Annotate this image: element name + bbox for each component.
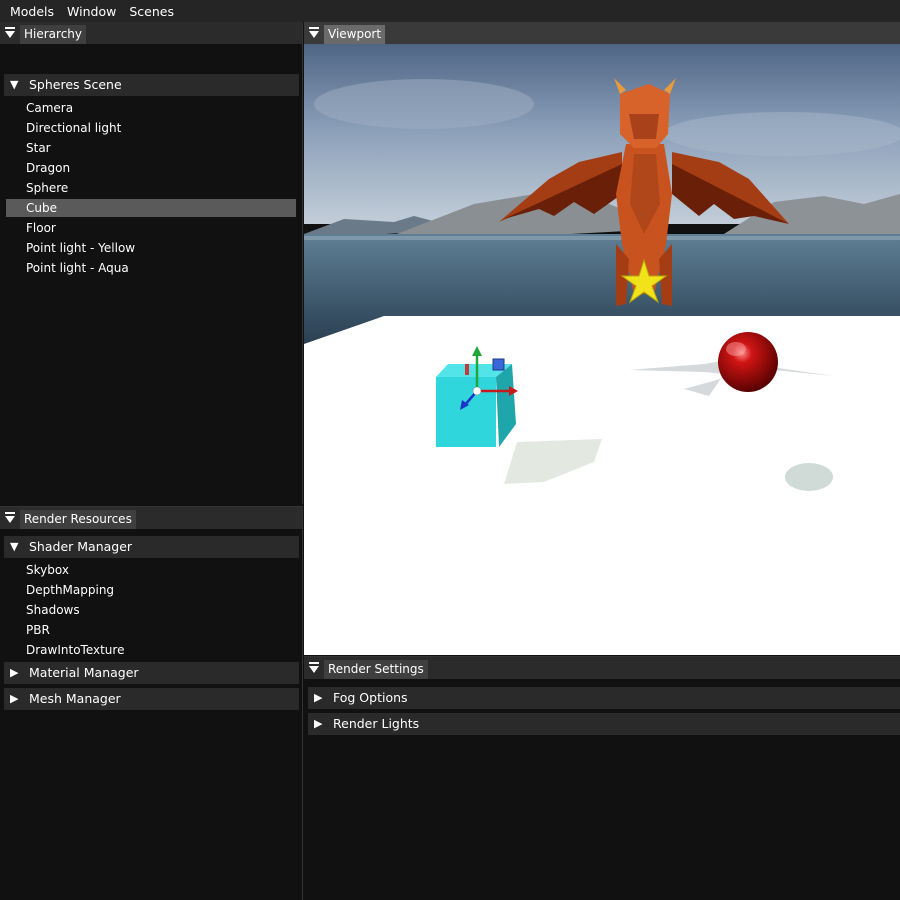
cloud: [664, 112, 900, 156]
cube-front[interactable]: [436, 377, 496, 447]
hierarchy-item-point-light-yellow[interactable]: Point light - Yellow: [6, 239, 296, 257]
material-manager-header[interactable]: ▶ Material Manager: [4, 662, 299, 684]
fog-options-header[interactable]: ▶ Fog Options: [308, 687, 900, 709]
water-highlight: [304, 236, 900, 240]
hierarchy-item-dragon[interactable]: Dragon: [6, 159, 296, 177]
hierarchy-item-camera[interactable]: Camera: [6, 99, 296, 117]
expanded-arrow-icon: ▼: [10, 540, 19, 553]
tab-render-resources[interactable]: Render Resources: [20, 510, 136, 529]
panel-menu-icon[interactable]: [307, 25, 321, 41]
gizmo-center-handle[interactable]: [472, 386, 482, 396]
menu-bar: Models Window Scenes: [0, 0, 900, 22]
hierarchy-item-floor[interactable]: Floor: [6, 219, 296, 237]
collapsed-arrow-icon: ▶: [314, 691, 323, 704]
collapsed-arrow-icon: ▶: [10, 692, 19, 705]
collapsed-arrow-icon: ▶: [10, 666, 19, 679]
shader-item-shadows[interactable]: Shadows: [6, 601, 296, 619]
hierarchy-body: ▼ Spheres Scene Camera Directional light…: [0, 44, 302, 504]
panel-menu-icon[interactable]: [3, 510, 17, 526]
hierarchy-item-cube[interactable]: Cube: [6, 199, 296, 217]
shader-item-pbr[interactable]: PBR: [6, 621, 296, 639]
panel-menu-icon[interactable]: [3, 25, 17, 41]
hierarchy-item-star[interactable]: Star: [6, 139, 296, 157]
hierarchy-item-sphere[interactable]: Sphere: [6, 179, 296, 197]
sphere-highlight: [726, 342, 746, 356]
hierarchy-item-directional-light[interactable]: Directional light: [6, 119, 296, 137]
material-manager-label: Material Manager: [29, 665, 139, 680]
viewport-panel: Viewport: [304, 22, 900, 655]
tab-render-settings[interactable]: Render Settings: [324, 660, 428, 679]
tab-hierarchy[interactable]: Hierarchy: [20, 25, 87, 44]
shader-item-drawintotexture[interactable]: DrawIntoTexture: [6, 641, 296, 659]
render-lights-header[interactable]: ▶ Render Lights: [308, 713, 900, 735]
render-resources-titlebar: Render Resources: [0, 507, 302, 529]
mesh-manager-header[interactable]: ▶ Mesh Manager: [4, 688, 299, 710]
tab-viewport[interactable]: Viewport: [324, 25, 386, 44]
shader-manager-header[interactable]: ▼ Shader Manager: [4, 536, 299, 558]
hierarchy-titlebar: Hierarchy: [0, 22, 302, 44]
scene-header-label: Spheres Scene: [29, 77, 122, 92]
shader-item-skybox[interactable]: Skybox: [6, 561, 296, 579]
hierarchy-panel: Hierarchy ▼ Spheres Scene Camera Directi…: [0, 22, 303, 504]
render-resources-panel: Render Resources ▼ Shader Manager Skybox…: [0, 506, 303, 900]
fog-options-label: Fog Options: [333, 690, 408, 705]
scene-header-spheres[interactable]: ▼ Spheres Scene: [4, 74, 299, 96]
render-settings-titlebar: Render Settings: [304, 657, 900, 679]
render-settings-panel: Render Settings ▶ Fog Options ▶ Render L…: [304, 656, 900, 900]
shader-manager-label: Shader Manager: [29, 539, 133, 554]
gizmo-plane-handle-xy[interactable]: [492, 358, 505, 371]
viewport-titlebar: Viewport: [304, 22, 900, 44]
collapsed-arrow-icon: ▶: [314, 717, 323, 730]
render-resources-body: ▼ Shader Manager Skybox DepthMapping Sha…: [0, 529, 302, 900]
expanded-arrow-icon: ▼: [10, 78, 19, 91]
sphere-shadow: [785, 463, 833, 491]
render-settings-body: ▶ Fog Options ▶ Render Lights: [304, 679, 900, 900]
menu-scenes[interactable]: Scenes: [129, 4, 174, 19]
panel-menu-icon[interactable]: [307, 660, 321, 676]
menu-window[interactable]: Window: [67, 4, 116, 19]
shader-item-depthmapping[interactable]: DepthMapping: [6, 581, 296, 599]
gizmo-plane-handle-yz[interactable]: [465, 364, 469, 375]
sphere-object[interactable]: [718, 332, 778, 392]
menu-models[interactable]: Models: [10, 4, 54, 19]
dragon-snout: [629, 114, 659, 139]
hierarchy-item-point-light-aqua[interactable]: Point light - Aqua: [6, 259, 296, 277]
viewport-scene[interactable]: [304, 44, 900, 655]
render-lights-label: Render Lights: [333, 716, 420, 731]
scene-render[interactable]: [304, 44, 900, 655]
cloud: [314, 79, 534, 129]
mesh-manager-label: Mesh Manager: [29, 691, 121, 706]
